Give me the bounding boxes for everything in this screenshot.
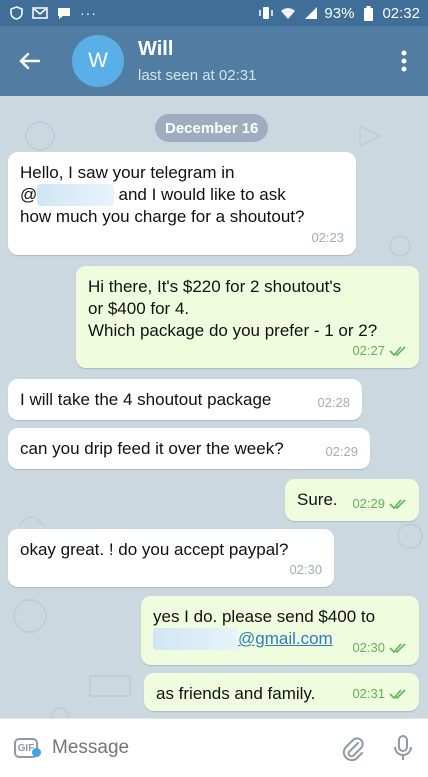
message-time: 02:23 — [311, 230, 344, 245]
redacted-email-user: xxxxxxxxxx — [153, 628, 238, 650]
message-bubble-outgoing[interactable]: Sure. 02:29 — [285, 479, 419, 521]
message-bubble-incoming[interactable]: okay great. ! do you accept paypal? 02:3… — [8, 529, 334, 587]
voice-message-button[interactable] — [378, 719, 428, 777]
wifi-icon — [280, 6, 296, 20]
more-notifications-indicator: ··· — [80, 5, 97, 21]
vibrate-icon — [258, 6, 274, 20]
attach-button[interactable] — [328, 719, 378, 777]
message-composer: GIF — [0, 718, 428, 777]
message-text-line: @xxxxxxxxx and I would like to ask — [20, 184, 286, 206]
message-list[interactable]: December 16 Hello, I saw your telegram i… — [0, 96, 428, 718]
message-time: 02:30 — [289, 562, 322, 577]
message-meta: 02:29 — [325, 441, 358, 463]
message-time: 02:28 — [317, 395, 350, 410]
message-meta: 02:23 — [311, 227, 344, 249]
chat-header: W Will last seen at 02:31 — [0, 26, 428, 96]
message-text-line: okay great. ! do you accept paypal? — [20, 540, 289, 559]
paperclip-icon — [342, 737, 364, 761]
message-text-line: yes I do. please send $400 to — [153, 607, 376, 626]
battery-icon — [360, 5, 376, 21]
back-button[interactable] — [0, 26, 58, 96]
read-checkmarks-icon — [389, 346, 406, 357]
signal-icon — [302, 6, 318, 20]
message-meta: 02:30 — [352, 637, 407, 659]
message-bubble-outgoing[interactable]: yes I do. please send $400 to xxxxxxxxxx… — [141, 596, 419, 665]
status-bar: ··· 93% 02:32 — [0, 0, 428, 26]
message-text-line: how much you charge for a shoutout? — [20, 207, 305, 226]
message-text-line: Hello, I saw your telegram in — [20, 163, 235, 182]
contact-name: Will — [138, 38, 174, 60]
chat-notification-icon — [56, 6, 72, 20]
message-meta: 02:30 — [289, 559, 322, 581]
message-time: 02:29 — [352, 496, 385, 511]
clock: 02:32 — [382, 4, 420, 22]
more-options-button[interactable] — [380, 26, 428, 96]
message-bubble-incoming[interactable]: I will take the 4 shoutout package 02:28 — [8, 379, 362, 420]
read-checkmarks-icon — [389, 643, 406, 654]
message-meta: 02:29 — [352, 493, 407, 515]
email-link[interactable]: @gmail.com — [238, 629, 333, 648]
date-separator: December 16 — [155, 114, 269, 142]
last-seen-status: last seen at 02:31 — [138, 67, 257, 84]
redacted-handle: xxxxxxxxx — [37, 184, 114, 206]
message-time: 02:30 — [352, 640, 385, 655]
gif-badge-dot — [32, 748, 41, 757]
read-checkmarks-icon — [389, 689, 406, 700]
message-time: 02:27 — [352, 343, 385, 358]
mail-icon — [32, 6, 48, 20]
message-bubble-outgoing[interactable]: Hi there, It's $220 for 2 shoutout's or … — [76, 266, 419, 368]
message-bubble-incoming[interactable]: can you drip feed it over the week? 02:2… — [8, 428, 370, 469]
message-text-line: Which package do you prefer - 1 or 2? — [88, 321, 378, 340]
read-checkmarks-icon — [389, 499, 406, 510]
message-text-line: Hi there, It's $220 for 2 shoutout's — [88, 277, 342, 296]
gif-button[interactable]: GIF — [0, 738, 52, 758]
message-text-line: can you drip feed it over the week? — [20, 439, 284, 458]
battery-percent: 93% — [324, 4, 355, 22]
message-bubble-incoming[interactable]: Hello, I saw your telegram in @xxxxxxxxx… — [8, 152, 356, 255]
message-time: 02:31 — [352, 686, 385, 701]
arrow-left-icon — [19, 52, 40, 70]
message-meta: 02:27 — [352, 340, 407, 362]
chat-title-block[interactable]: Will last seen at 02:31 — [138, 38, 380, 84]
microphone-icon — [394, 735, 412, 760]
message-time: 02:29 — [325, 444, 358, 459]
message-text-line: I will take the 4 shoutout package — [20, 390, 272, 409]
message-meta: 02:31 — [352, 683, 407, 705]
shield-icon — [8, 6, 24, 20]
message-input[interactable] — [52, 737, 328, 759]
kebab-menu-icon — [401, 50, 407, 72]
avatar[interactable]: W — [72, 35, 124, 87]
message-bubble-outgoing[interactable]: as friends and family. 02:31 — [144, 673, 419, 711]
message-text-line: or $400 for 4. — [88, 299, 190, 318]
message-meta: 02:28 — [317, 392, 350, 414]
